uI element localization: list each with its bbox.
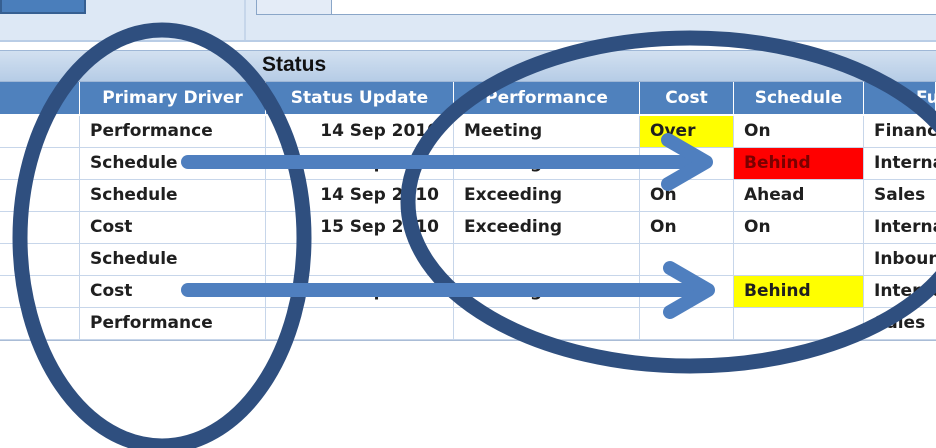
schedule-cell[interactable]: On — [734, 116, 864, 147]
performance-cell[interactable]: Meeting — [454, 276, 640, 307]
schedule-cell[interactable]: Behind — [734, 148, 864, 179]
column-header-blank[interactable] — [0, 82, 80, 114]
row-selector-cell[interactable] — [0, 148, 80, 179]
status-update-cell[interactable]: 15 Sep 2010 — [266, 212, 454, 243]
cost-cell[interactable] — [640, 308, 734, 339]
performance-cell[interactable]: Meeting — [454, 116, 640, 147]
cost-cell[interactable]: Over — [640, 116, 734, 147]
function-cell[interactable]: Sales — [864, 308, 936, 339]
table-row[interactable]: Schedule 14 Sep 2010 Meeting On Behind I… — [0, 148, 936, 180]
column-header-status-update[interactable]: Status Update — [266, 82, 454, 114]
status-update-cell[interactable]: 15 Sep 2010 — [266, 276, 454, 307]
panel-divider — [244, 0, 246, 42]
table-bottom-border — [0, 340, 936, 341]
function-cell[interactable]: Sales — [864, 180, 936, 211]
performance-cell[interactable] — [454, 244, 640, 275]
function-cell[interactable]: Finance — [864, 116, 936, 147]
primary-driver-cell[interactable]: Cost — [80, 212, 266, 243]
table-body: Performance 14 Sep 2010 Meeting Over On … — [0, 116, 936, 340]
row-selector-cell[interactable] — [0, 276, 80, 307]
row-selector-cell[interactable] — [0, 212, 80, 243]
column-header-row: Primary Driver Status Update Performance… — [0, 82, 936, 114]
primary-driver-cell[interactable]: Performance — [80, 116, 266, 147]
cost-cell[interactable]: On — [640, 276, 734, 307]
cost-cell[interactable]: On — [640, 148, 734, 179]
function-cell[interactable]: Inbound — [864, 244, 936, 275]
status-update-cell[interactable]: 14 Sep 2010 — [266, 148, 454, 179]
cost-cell[interactable]: On — [640, 180, 734, 211]
schedule-cell[interactable]: On — [734, 212, 864, 243]
toolbar-input[interactable] — [256, 0, 936, 15]
column-header-schedule[interactable]: Schedule — [734, 82, 864, 114]
performance-cell[interactable]: Exceeding — [454, 212, 640, 243]
cost-cell[interactable]: On — [640, 212, 734, 243]
table-row[interactable]: Cost 15 Sep 2010 Meeting On Behind Inter… — [0, 276, 936, 308]
column-header-cost[interactable]: Cost — [640, 82, 734, 114]
function-cell[interactable]: Internal — [864, 212, 936, 243]
status-update-cell[interactable] — [266, 308, 454, 339]
primary-driver-cell[interactable]: Schedule — [80, 180, 266, 211]
cost-cell[interactable] — [640, 244, 734, 275]
column-header-function[interactable]: Fu — [864, 82, 936, 114]
table-row[interactable]: Performance 14 Sep 2010 Meeting Over On … — [0, 116, 936, 148]
schedule-cell[interactable] — [734, 308, 864, 339]
column-header-performance[interactable]: Performance — [454, 82, 640, 114]
status-update-cell[interactable]: 14 Sep 2010 — [266, 180, 454, 211]
schedule-cell[interactable] — [734, 244, 864, 275]
primary-driver-cell[interactable]: Performance — [80, 308, 266, 339]
status-update-cell[interactable]: 14 Sep 2010 — [266, 116, 454, 147]
table-row[interactable]: Cost 15 Sep 2010 Exceeding On On Interna… — [0, 212, 936, 244]
column-header-primary-driver[interactable]: Primary Driver — [80, 82, 266, 114]
status-update-cell[interactable] — [266, 244, 454, 275]
table-row[interactable]: Performance Sales — [0, 308, 936, 340]
row-selector-cell[interactable] — [0, 244, 80, 275]
performance-cell[interactable]: Meeting — [454, 148, 640, 179]
toolbar — [0, 0, 936, 42]
toolbar-input-dropdown[interactable] — [257, 0, 332, 14]
primary-driver-cell[interactable]: Schedule — [80, 148, 266, 179]
row-selector-cell[interactable] — [0, 308, 80, 339]
toolbar-separator — [0, 40, 936, 42]
table-row[interactable]: Schedule 14 Sep 2010 Exceeding On Ahead … — [0, 180, 936, 212]
schedule-cell[interactable]: Ahead — [734, 180, 864, 211]
function-cell[interactable]: Internal — [864, 276, 936, 307]
schedule-cell[interactable]: Behind — [734, 276, 864, 307]
row-selector-cell[interactable] — [0, 116, 80, 147]
table-row[interactable]: Schedule Inbound — [0, 244, 936, 276]
primary-driver-cell[interactable]: Cost — [80, 276, 266, 307]
group-header: Status — [0, 50, 936, 82]
group-header-title: Status — [262, 53, 327, 76]
row-selector-cell[interactable] — [0, 180, 80, 211]
function-cell[interactable]: Internal — [864, 148, 936, 179]
performance-cell[interactable]: Exceeding — [454, 180, 640, 211]
toolbar-button[interactable] — [0, 0, 86, 14]
performance-cell[interactable] — [454, 308, 640, 339]
primary-driver-cell[interactable]: Schedule — [80, 244, 266, 275]
